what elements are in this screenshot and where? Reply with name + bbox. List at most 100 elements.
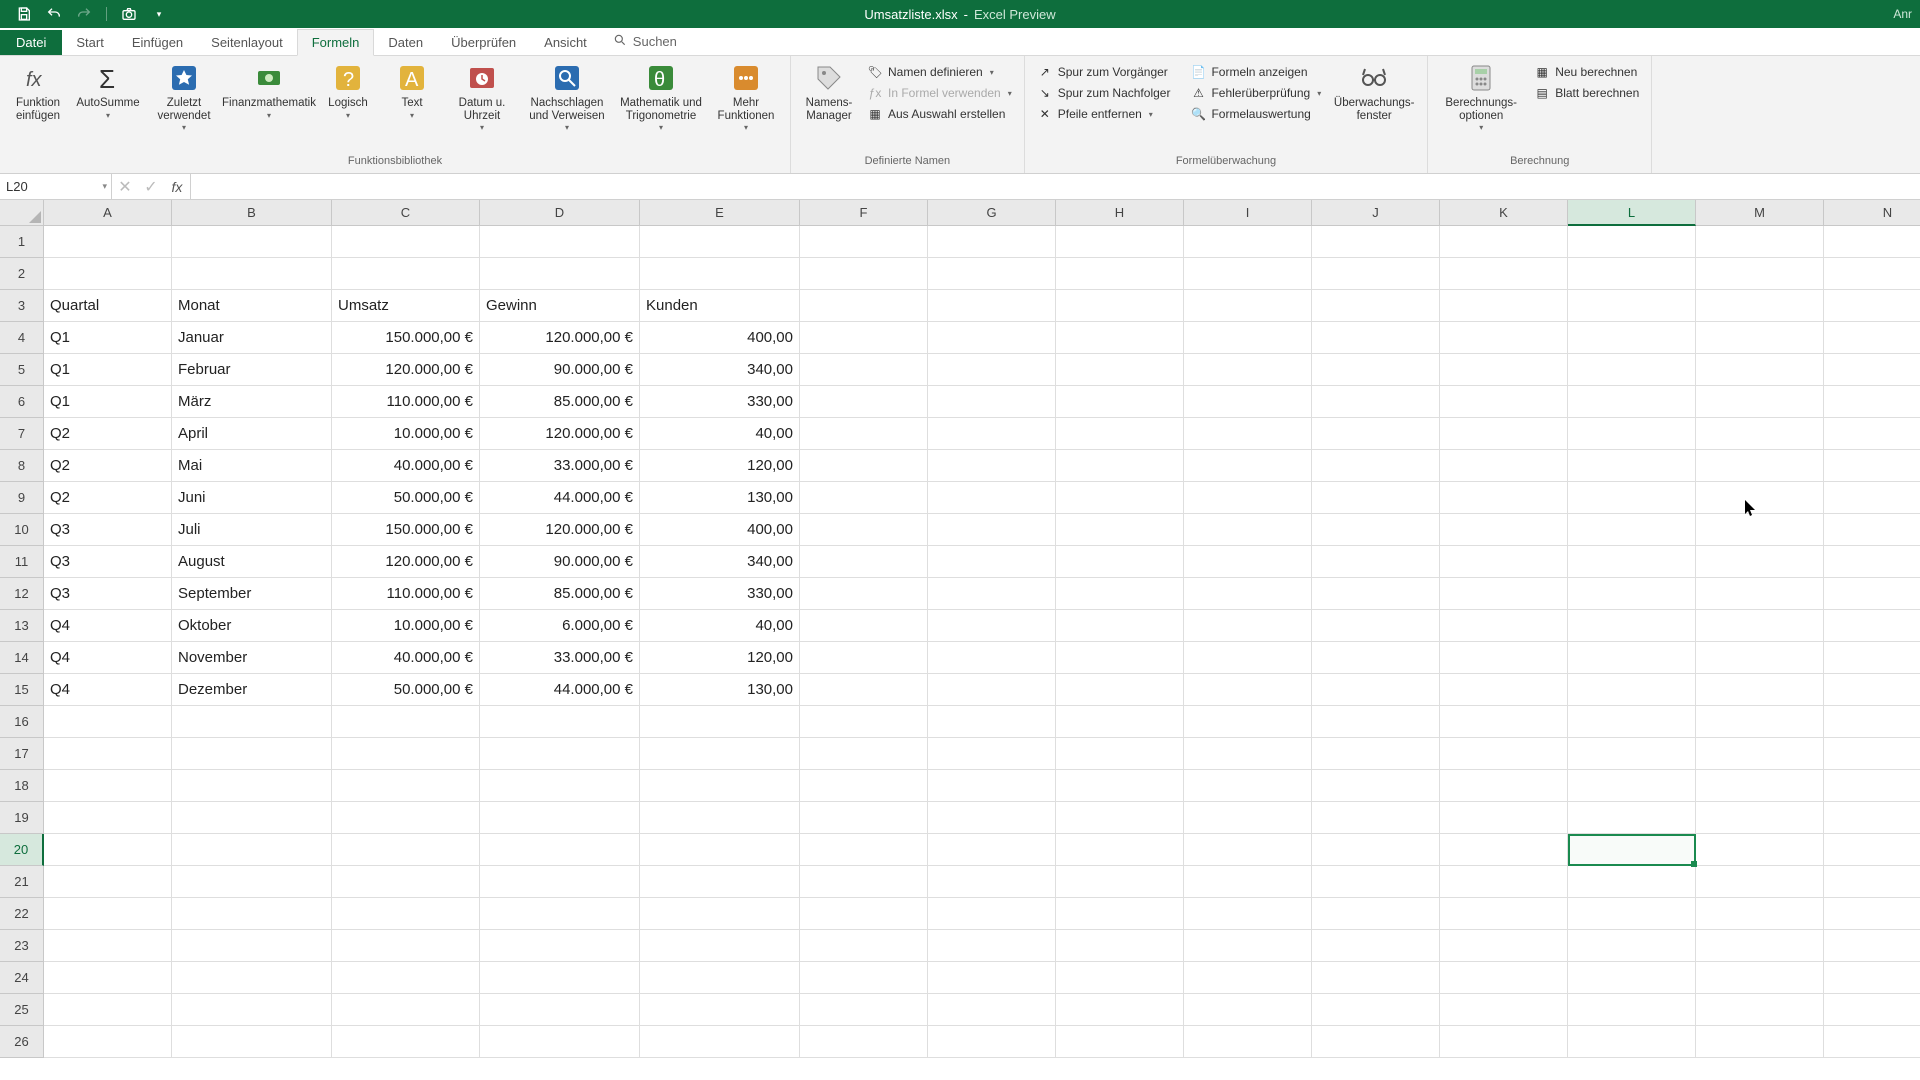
cell-A21[interactable] <box>44 866 172 898</box>
cell-F17[interactable] <box>800 738 928 770</box>
cell-C24[interactable] <box>332 962 480 994</box>
cell-E25[interactable] <box>640 994 800 1026</box>
tell-me-search[interactable]: Suchen <box>601 28 689 55</box>
row-header-4[interactable]: 4 <box>0 322 44 354</box>
row-header-8[interactable]: 8 <box>0 450 44 482</box>
cell-C6[interactable]: 110.000,00 € <box>332 386 480 418</box>
cell-L13[interactable] <box>1568 610 1696 642</box>
cell-A16[interactable] <box>44 706 172 738</box>
cell-L6[interactable] <box>1568 386 1696 418</box>
calculation-options-button[interactable]: Berechnungs-optionen▾ <box>1436 60 1526 132</box>
cell-H19[interactable] <box>1056 802 1184 834</box>
cell-B4[interactable]: Januar <box>172 322 332 354</box>
more-functions-button[interactable]: Mehr Funktionen▾ <box>710 60 782 132</box>
row-header-21[interactable]: 21 <box>0 866 44 898</box>
cell-J18[interactable] <box>1312 770 1440 802</box>
cell-L19[interactable] <box>1568 802 1696 834</box>
cell-N14[interactable] <box>1824 642 1920 674</box>
tab-überprüfen[interactable]: Überprüfen <box>437 30 530 55</box>
cell-A3[interactable]: Quartal <box>44 290 172 322</box>
cell-N18[interactable] <box>1824 770 1920 802</box>
cell-I22[interactable] <box>1184 898 1312 930</box>
column-header-M[interactable]: M <box>1696 200 1824 226</box>
cell-N4[interactable] <box>1824 322 1920 354</box>
cell-J14[interactable] <box>1312 642 1440 674</box>
cell-A1[interactable] <box>44 226 172 258</box>
cell-F3[interactable] <box>800 290 928 322</box>
cell-B19[interactable] <box>172 802 332 834</box>
row-header-2[interactable]: 2 <box>0 258 44 290</box>
cell-M9[interactable] <box>1696 482 1824 514</box>
cell-J24[interactable] <box>1312 962 1440 994</box>
cell-I11[interactable] <box>1184 546 1312 578</box>
cell-I17[interactable] <box>1184 738 1312 770</box>
cell-N23[interactable] <box>1824 930 1920 962</box>
cell-L14[interactable] <box>1568 642 1696 674</box>
cell-A22[interactable] <box>44 898 172 930</box>
calculate-now-button[interactable]: ▦Neu berechnen <box>1530 63 1643 81</box>
cell-M26[interactable] <box>1696 1026 1824 1058</box>
cell-G15[interactable] <box>928 674 1056 706</box>
cell-A4[interactable]: Q1 <box>44 322 172 354</box>
cell-J5[interactable] <box>1312 354 1440 386</box>
cell-G11[interactable] <box>928 546 1056 578</box>
cell-E9[interactable]: 130,00 <box>640 482 800 514</box>
cell-E14[interactable]: 120,00 <box>640 642 800 674</box>
column-header-E[interactable]: E <box>640 200 800 226</box>
cell-E26[interactable] <box>640 1026 800 1058</box>
cell-J4[interactable] <box>1312 322 1440 354</box>
cell-F7[interactable] <box>800 418 928 450</box>
cell-F13[interactable] <box>800 610 928 642</box>
cell-I5[interactable] <box>1184 354 1312 386</box>
cell-B9[interactable]: Juni <box>172 482 332 514</box>
cell-C22[interactable] <box>332 898 480 930</box>
row-header-15[interactable]: 15 <box>0 674 44 706</box>
cell-F24[interactable] <box>800 962 928 994</box>
cell-F9[interactable] <box>800 482 928 514</box>
cell-A2[interactable] <box>44 258 172 290</box>
row-header-19[interactable]: 19 <box>0 802 44 834</box>
cell-K7[interactable] <box>1440 418 1568 450</box>
cell-L16[interactable] <box>1568 706 1696 738</box>
row-header-24[interactable]: 24 <box>0 962 44 994</box>
row-header-18[interactable]: 18 <box>0 770 44 802</box>
cell-N21[interactable] <box>1824 866 1920 898</box>
cell-A7[interactable]: Q2 <box>44 418 172 450</box>
cell-F2[interactable] <box>800 258 928 290</box>
cell-K16[interactable] <box>1440 706 1568 738</box>
cell-E1[interactable] <box>640 226 800 258</box>
cell-B23[interactable] <box>172 930 332 962</box>
cell-B2[interactable] <box>172 258 332 290</box>
cell-A11[interactable]: Q3 <box>44 546 172 578</box>
cell-M6[interactable] <box>1696 386 1824 418</box>
cell-N9[interactable] <box>1824 482 1920 514</box>
cell-N12[interactable] <box>1824 578 1920 610</box>
cell-C25[interactable] <box>332 994 480 1026</box>
cell-G3[interactable] <box>928 290 1056 322</box>
cell-L25[interactable] <box>1568 994 1696 1026</box>
cell-L21[interactable] <box>1568 866 1696 898</box>
cell-H18[interactable] <box>1056 770 1184 802</box>
cell-G10[interactable] <box>928 514 1056 546</box>
cell-C3[interactable]: Umsatz <box>332 290 480 322</box>
cell-K18[interactable] <box>1440 770 1568 802</box>
cell-C5[interactable]: 120.000,00 € <box>332 354 480 386</box>
cell-L15[interactable] <box>1568 674 1696 706</box>
row-header-3[interactable]: 3 <box>0 290 44 322</box>
column-header-K[interactable]: K <box>1440 200 1568 226</box>
cell-C10[interactable]: 150.000,00 € <box>332 514 480 546</box>
cell-L1[interactable] <box>1568 226 1696 258</box>
cell-G25[interactable] <box>928 994 1056 1026</box>
cell-K14[interactable] <box>1440 642 1568 674</box>
cell-D2[interactable] <box>480 258 640 290</box>
cell-N25[interactable] <box>1824 994 1920 1026</box>
cell-I14[interactable] <box>1184 642 1312 674</box>
cell-H9[interactable] <box>1056 482 1184 514</box>
cell-I6[interactable] <box>1184 386 1312 418</box>
cell-F4[interactable] <box>800 322 928 354</box>
cell-H7[interactable] <box>1056 418 1184 450</box>
cell-I8[interactable] <box>1184 450 1312 482</box>
cell-E16[interactable] <box>640 706 800 738</box>
cell-H8[interactable] <box>1056 450 1184 482</box>
cell-H24[interactable] <box>1056 962 1184 994</box>
